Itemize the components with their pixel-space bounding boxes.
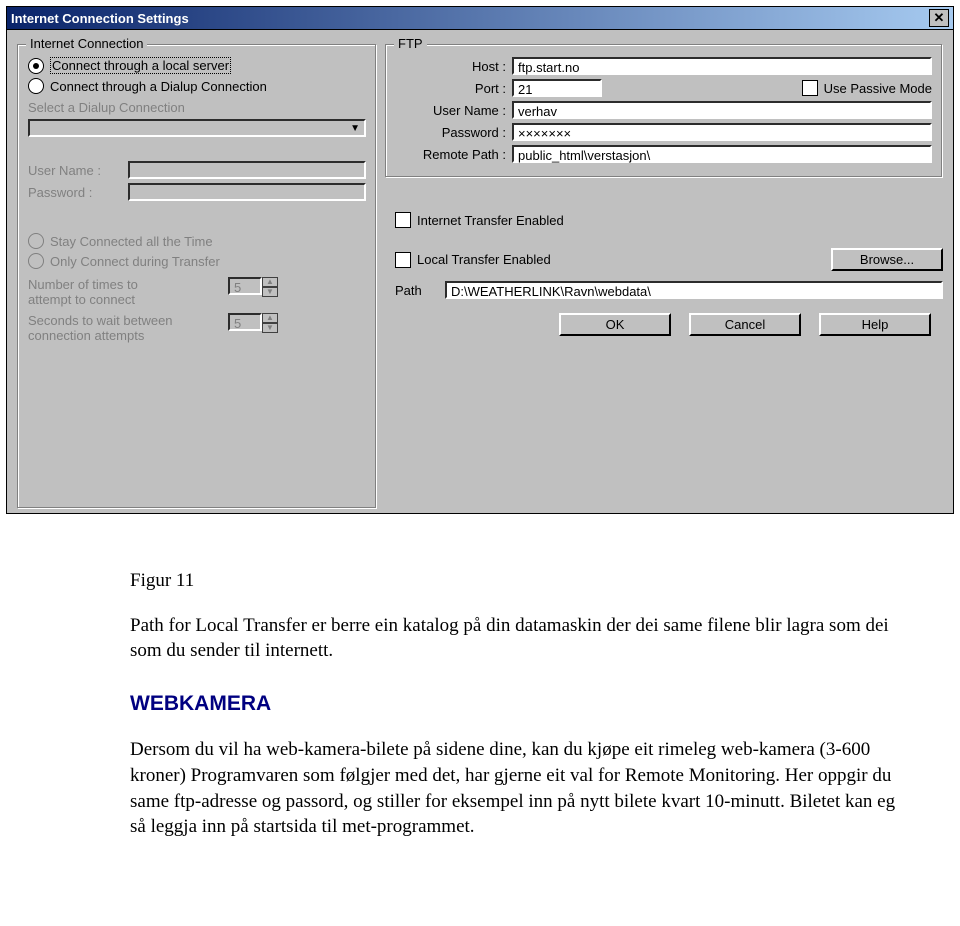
internet-connection-group: Internet Connection Connect through a lo… [17, 44, 377, 509]
spin-up-icon[interactable]: ▲ [262, 313, 278, 323]
ftp-host-label: Host : [396, 59, 512, 74]
wait-label-2: connection attempts [28, 328, 228, 343]
passive-mode-label: Use Passive Mode [824, 81, 932, 96]
path-label: Path [395, 283, 445, 298]
internet-transfer-row[interactable]: Internet Transfer Enabled [385, 212, 943, 228]
window-title: Internet Connection Settings [11, 11, 189, 26]
wait-label-1: Seconds to wait between [28, 313, 228, 328]
ftp-pass-label: Password : [396, 125, 512, 140]
dialup-user-input[interactable] [128, 161, 366, 179]
ftp-port-label: Port : [396, 81, 512, 96]
radio-dialup-row[interactable]: Connect through a Dialup Connection [28, 78, 366, 94]
figure-caption: Figur 11 [130, 568, 900, 594]
wait-spinner[interactable]: 5 ▲▼ [228, 313, 278, 333]
radio-icon [28, 253, 44, 269]
attempts-value: 5 [228, 277, 262, 295]
paragraph: Dersom du vil ha web-kamera-bilete på si… [130, 737, 900, 840]
close-icon: ✕ [934, 10, 945, 26]
local-transfer-checkbox[interactable] [395, 252, 411, 268]
document-body: Figur 11 Path for Local Transfer er berr… [0, 520, 960, 899]
attempts-label-1: Number of times to [28, 277, 228, 292]
radio-label: Connect through a Dialup Connection [50, 79, 267, 94]
radio-stay-connected[interactable]: Stay Connected all the Time [28, 233, 366, 249]
settings-dialog: Internet Connection Settings ✕ Internet … [6, 6, 954, 514]
checkbox-icon [395, 212, 411, 228]
group-legend: Internet Connection [26, 36, 147, 51]
dialup-pass-input[interactable] [128, 183, 366, 201]
attempts-label-2: attempt to connect [28, 292, 228, 307]
radio-label: Stay Connected all the Time [50, 234, 213, 249]
dialup-select[interactable]: ▼ [28, 119, 366, 137]
radio-icon [28, 58, 44, 74]
ftp-user-label: User Name : [396, 103, 512, 118]
ftp-remote-label: Remote Path : [396, 147, 512, 162]
dialup-pass-label: Password : [28, 185, 128, 200]
wait-value: 5 [228, 313, 262, 331]
internet-transfer-label: Internet Transfer Enabled [417, 213, 564, 228]
spin-down-icon[interactable]: ▼ [262, 323, 278, 333]
paragraph: Path for Local Transfer er berre ein kat… [130, 613, 900, 664]
browse-button[interactable]: Browse... [831, 248, 943, 271]
ftp-host-input[interactable]: ftp.start.no [512, 57, 932, 75]
attempts-spinner[interactable]: 5 ▲▼ [228, 277, 278, 297]
radio-label: Connect through a local server [50, 57, 231, 74]
radio-local-server-row[interactable]: Connect through a local server [28, 57, 366, 74]
help-button[interactable]: Help [819, 313, 931, 336]
ok-button[interactable]: OK [559, 313, 671, 336]
cancel-button[interactable]: Cancel [689, 313, 801, 336]
radio-icon [28, 233, 44, 249]
group-legend: FTP [394, 36, 427, 51]
spin-down-icon[interactable]: ▼ [262, 287, 278, 297]
local-transfer-label: Local Transfer Enabled [417, 252, 551, 267]
ftp-port-input[interactable]: 21 [512, 79, 602, 97]
passive-mode-checkbox[interactable] [802, 80, 818, 96]
section-heading: WEBKAMERA [130, 690, 900, 718]
radio-only-transfer[interactable]: Only Connect during Transfer [28, 253, 366, 269]
titlebar: Internet Connection Settings ✕ [7, 7, 953, 30]
select-dialup-label: Select a Dialup Connection [28, 100, 185, 115]
close-button[interactable]: ✕ [929, 9, 949, 27]
radio-icon [28, 78, 44, 94]
chevron-down-icon: ▼ [350, 123, 360, 134]
spin-up-icon[interactable]: ▲ [262, 277, 278, 287]
ftp-user-input[interactable]: verhav [512, 101, 932, 119]
ftp-group: FTP Host : ftp.start.no Port : 21 Use Pa… [385, 44, 943, 178]
radio-label: Only Connect during Transfer [50, 254, 220, 269]
ftp-pass-input[interactable]: ××××××× [512, 123, 932, 141]
ftp-remote-input[interactable]: public_html\verstasjon\ [512, 145, 932, 163]
path-input[interactable]: D:\WEATHERLINK\Ravn\webdata\ [445, 281, 943, 299]
dialup-user-label: User Name : [28, 163, 128, 178]
